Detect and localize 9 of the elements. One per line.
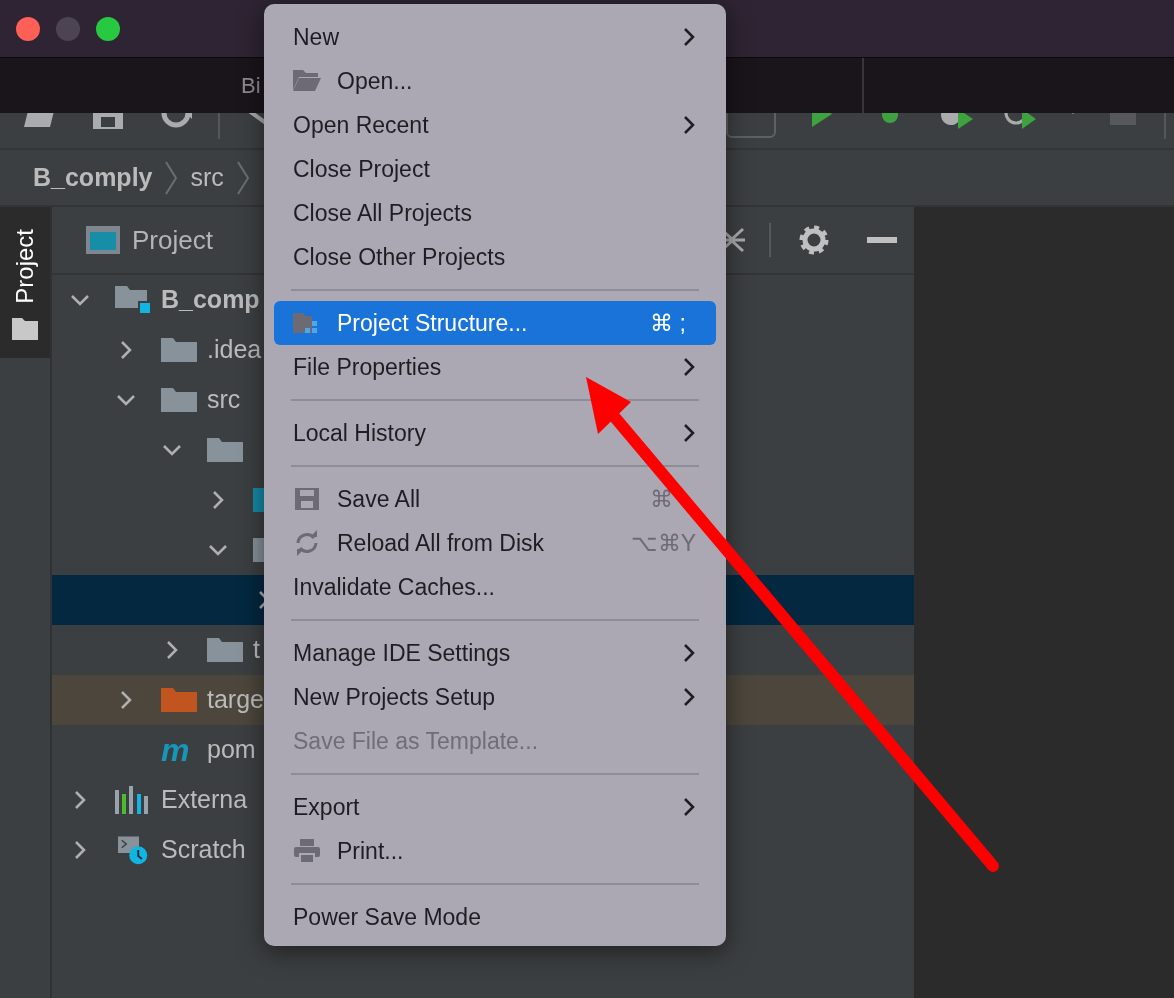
tree-item-label: pom — [207, 734, 256, 766]
tree-item-label: Scratch — [161, 834, 246, 866]
tree-item-label: src — [207, 384, 241, 416]
tree-item-label: B_comp — [161, 284, 260, 316]
tree-item-label: t — [253, 634, 260, 666]
tree-item-label: Externa — [161, 784, 248, 816]
maven-file-icon: m — [161, 734, 190, 766]
tree-item-label: .idea — [207, 334, 262, 366]
tree-item-label: targe — [207, 684, 264, 716]
